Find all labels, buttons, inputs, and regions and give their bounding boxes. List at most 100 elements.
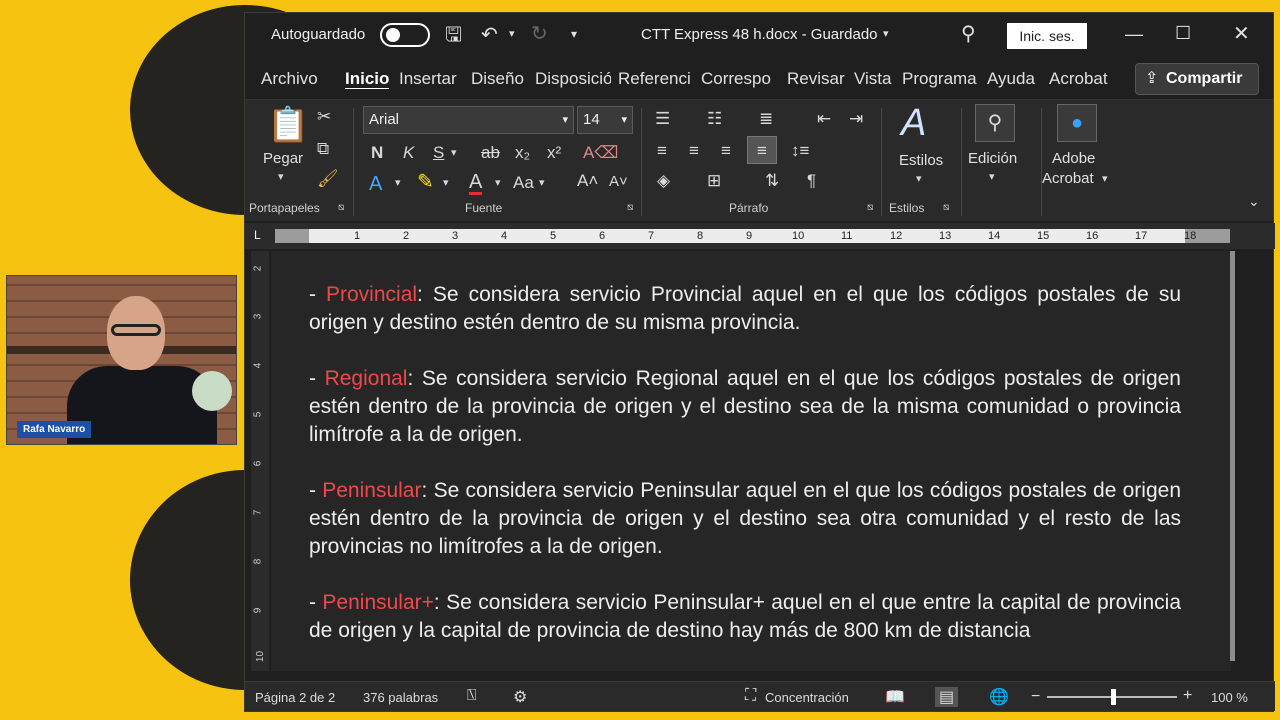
tab-revisar[interactable]: Revisar <box>787 69 845 89</box>
text-effects-icon[interactable]: A <box>369 174 382 194</box>
styles-icon[interactable]: A <box>901 104 926 142</box>
editing-label[interactable]: Edición <box>968 150 1017 167</box>
highlight-icon[interactable]: ✎ <box>417 172 434 192</box>
strikethrough-button[interactable]: ab <box>481 144 500 161</box>
italic-button[interactable]: K <box>403 144 414 161</box>
document-paragraph[interactable]: - Provincial: Se considera servicio Prov… <box>309 281 1181 337</box>
font-name-select[interactable]: Arial ▾ <box>363 106 574 134</box>
show-marks-button[interactable]: ¶ <box>807 172 816 189</box>
save-icon[interactable]: 🖫 <box>445 25 462 45</box>
minimize-icon[interactable]: — <box>1125 25 1143 43</box>
editing-dropdown-icon[interactable]: ▾ <box>989 172 995 183</box>
accessibility-icon[interactable]: ⚙ <box>513 687 527 707</box>
vertical-scrollbar[interactable] <box>1230 251 1235 661</box>
adobe-label-2[interactable]: Acrobat <box>1042 170 1094 187</box>
tab-archivo[interactable]: Archivo <box>261 69 318 89</box>
document-page[interactable]: - Provincial: Se considera servicio Prov… <box>271 251 1231 671</box>
tab-acrobat[interactable]: Acrobat <box>1049 69 1108 89</box>
change-case-button[interactable]: Aa <box>513 174 534 191</box>
document-paragraph[interactable]: - Peninsular: Se considera servicio Peni… <box>309 477 1181 561</box>
sort-icon[interactable]: ⇅ <box>765 172 779 189</box>
document-paragraph[interactable]: - Peninsular+: Se considera servicio Pen… <box>309 589 1181 645</box>
styles-label[interactable]: Estilos <box>899 152 943 169</box>
tab-ayuda[interactable]: Ayuda <box>987 69 1035 89</box>
paragraph-launcher-icon[interactable]: ⧅ <box>867 203 873 213</box>
adobe-label-1[interactable]: Adobe <box>1052 150 1095 167</box>
bold-button[interactable]: N <box>371 144 383 161</box>
align-left-icon[interactable]: ≡ <box>657 142 667 159</box>
align-center-icon[interactable]: ≡ <box>689 142 699 159</box>
zoom-out-icon[interactable]: − <box>1031 688 1040 706</box>
print-layout-icon[interactable]: ▤ <box>935 687 959 707</box>
change-case-dropdown-icon[interactable]: ▾ <box>539 178 545 189</box>
tab-diseno[interactable]: Diseño <box>471 69 524 89</box>
search-icon[interactable]: ⚲ <box>961 24 976 44</box>
zoom-level[interactable]: 100 % <box>1211 690 1248 705</box>
text-effects-dropdown-icon[interactable]: ▾ <box>395 178 401 189</box>
cut-icon[interactable]: ✂ <box>317 108 331 125</box>
justify-icon[interactable]: ≡ <box>747 136 777 164</box>
tab-correspondencia[interactable]: Correspo <box>701 69 777 89</box>
align-right-icon[interactable]: ≡ <box>721 142 731 159</box>
zoom-slider-thumb[interactable] <box>1111 689 1116 705</box>
find-icon[interactable]: ⚲ <box>975 104 1015 142</box>
paste-label[interactable]: Pegar <box>263 150 303 167</box>
shrink-font-icon[interactable]: A˅ <box>609 174 628 189</box>
redo-icon[interactable]: ↻ <box>531 24 548 44</box>
underline-button[interactable]: S <box>433 144 444 161</box>
clipboard-launcher-icon[interactable]: ⧅ <box>338 203 344 213</box>
subscript-button[interactable]: x₂ <box>515 144 530 161</box>
tab-programador[interactable]: Programa <box>902 69 980 89</box>
font-launcher-icon[interactable]: ⧅ <box>627 203 633 213</box>
superscript-button[interactable]: x² <box>547 144 561 161</box>
tab-insertar[interactable]: Insertar <box>399 69 457 89</box>
title-dropdown-icon[interactable]: ▾ <box>883 29 889 40</box>
document-title[interactable]: CTT Express 48 h.docx - Guardado <box>641 26 878 43</box>
borders-icon[interactable]: ⊞ <box>707 172 721 189</box>
tab-selector-icon[interactable]: L <box>254 228 261 242</box>
tab-vista[interactable]: Vista <box>854 69 892 89</box>
multilevel-list-icon[interactable]: ≣ <box>759 110 773 127</box>
customize-toolbar-icon[interactable]: ▾ <box>571 28 577 40</box>
adobe-dropdown-icon[interactable]: ▾ <box>1102 174 1108 185</box>
paste-dropdown-icon[interactable]: ▾ <box>278 172 284 183</box>
word-count[interactable]: 376 palabras <box>363 690 438 705</box>
share-button[interactable]: ⇪ Compartir <box>1135 63 1259 95</box>
line-spacing-icon[interactable]: ↕≡ <box>791 142 809 159</box>
undo-icon[interactable]: ↶ <box>481 25 498 45</box>
page-count[interactable]: Página 2 de 2 <box>255 690 335 705</box>
numbering-icon[interactable]: ☷ <box>707 110 722 127</box>
autosave-toggle[interactable] <box>380 23 430 47</box>
font-size-select[interactable]: 14 ▾ <box>577 106 633 134</box>
clear-formatting-icon[interactable]: A⌫ <box>583 144 618 161</box>
tab-inicio[interactable]: Inicio <box>345 69 390 89</box>
focus-icon[interactable]: ⛶ <box>745 687 756 705</box>
web-layout-icon[interactable]: 🌐 <box>989 687 1009 707</box>
close-icon[interactable]: ✕ <box>1233 24 1250 44</box>
underline-dropdown-icon[interactable]: ▾ <box>451 148 457 159</box>
shading-icon[interactable]: ◈ <box>657 172 670 189</box>
styles-dropdown-icon[interactable]: ▾ <box>916 174 922 185</box>
tab-disposicion[interactable]: Disposició <box>535 69 611 89</box>
copy-icon[interactable]: ⧉ <box>317 140 329 157</box>
font-color-dropdown-icon[interactable]: ▾ <box>495 178 501 189</box>
undo-dropdown-icon[interactable]: ▾ <box>509 29 515 40</box>
grow-font-icon[interactable]: A˄ <box>577 172 598 189</box>
highlight-dropdown-icon[interactable]: ▾ <box>443 178 449 189</box>
styles-launcher-icon[interactable]: ⧅ <box>943 203 949 213</box>
paste-icon[interactable]: 📋 <box>267 108 309 142</box>
proofing-icon[interactable]: ⍂ <box>467 687 477 705</box>
read-mode-icon[interactable]: 📖 <box>885 687 905 707</box>
font-color-icon[interactable]: A <box>469 172 483 195</box>
maximize-icon[interactable]: ☐ <box>1175 24 1191 42</box>
bullets-icon[interactable]: ☰ <box>655 110 670 127</box>
focus-mode-label[interactable]: Concentración <box>765 690 849 705</box>
format-painter-icon[interactable]: 🖌 <box>317 170 339 187</box>
zoom-in-icon[interactable]: + <box>1183 687 1192 705</box>
collapse-ribbon-icon[interactable]: ⌄ <box>1248 194 1260 208</box>
decrease-indent-icon[interactable]: ⇤ <box>817 110 831 127</box>
adobe-acrobat-icon[interactable]: ● <box>1057 104 1097 142</box>
signin-button[interactable]: Inic. ses. <box>1007 23 1087 49</box>
document-paragraph[interactable]: - Regional: Se considera servicio Region… <box>309 365 1181 449</box>
increase-indent-icon[interactable]: ⇥ <box>849 110 863 127</box>
